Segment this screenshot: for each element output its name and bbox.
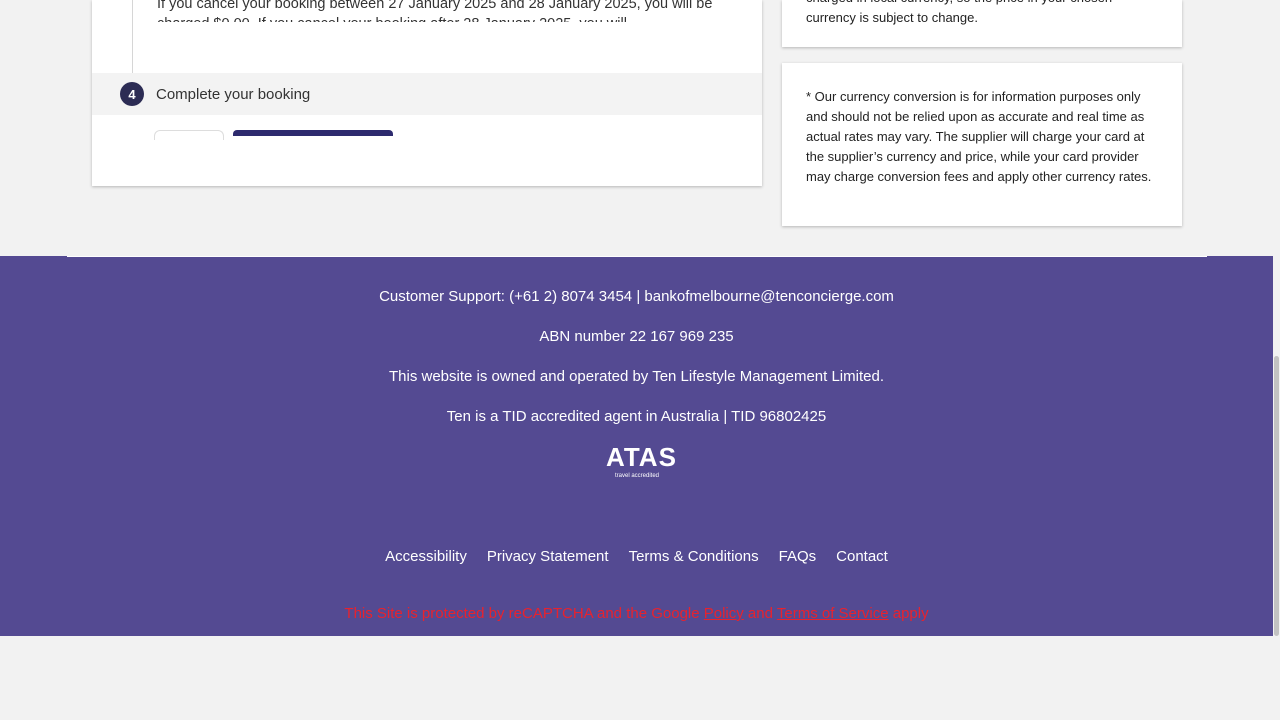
footer-divider [67,256,1207,257]
footer-link-privacy[interactable]: Privacy Statement [487,548,609,565]
step-complete-booking[interactable]: 4 Complete your booking [92,73,762,115]
footer-link-accessibility[interactable]: Accessibility [385,548,467,565]
step-number-badge: 4 [120,82,144,106]
footer-link-terms[interactable]: Terms & Conditions [629,548,759,565]
recaptcha-suffix: apply [888,605,929,622]
customer-support-text: Customer Support: (+61 2) 8074 3454 | ba… [379,288,894,305]
recaptcha-and: and [743,605,777,622]
back-button[interactable] [154,130,224,140]
currency-disclaimer-card: * Our currency conversion is for informa… [782,63,1182,226]
scrollbar-thumb[interactable] [1274,356,1279,636]
ownership-text: This website is owned and operated by Te… [388,368,884,385]
cancellation-policy-text: If you cancel your booking between 27 Ja… [157,0,713,22]
recaptcha-prefix: This Site is protected by reCAPTCHA and … [344,605,704,622]
recaptcha-terms-link[interactable]: Terms of Service [777,605,889,622]
recaptcha-notice: This Site is protected by reCAPTCHA and … [0,605,1273,622]
continue-button[interactable] [233,130,393,136]
atas-logo-subtitle: travel accredited [614,473,660,479]
atas-logo: ATAS travel accredited [606,442,677,482]
abn-text: ABN number 22 167 969 235 [539,328,734,345]
footer-links: Accessibility Privacy Statement Terms & … [0,548,1273,565]
currency-note-card: charged in local currency, so the price … [782,0,1182,47]
footer-link-faqs[interactable]: FAQs [779,548,817,565]
atas-logo-mark: ATAS [606,442,677,472]
currency-disclaimer-text: * Our currency conversion is for informa… [806,89,1152,184]
site-footer: Customer Support: (+61 2) 8074 3454 | ba… [0,256,1273,636]
currency-note-text: charged in local currency, so the price … [806,0,1112,25]
recaptcha-policy-link[interactable]: Policy [704,605,744,622]
step-title: Complete your booking [156,85,311,103]
booking-steps-card: If you cancel your booking between 27 Ja… [92,0,762,186]
footer-link-contact[interactable]: Contact [836,548,888,565]
tid-text: Ten is a TID accredited agent in Austral… [446,408,827,425]
step-rail [132,0,133,73]
